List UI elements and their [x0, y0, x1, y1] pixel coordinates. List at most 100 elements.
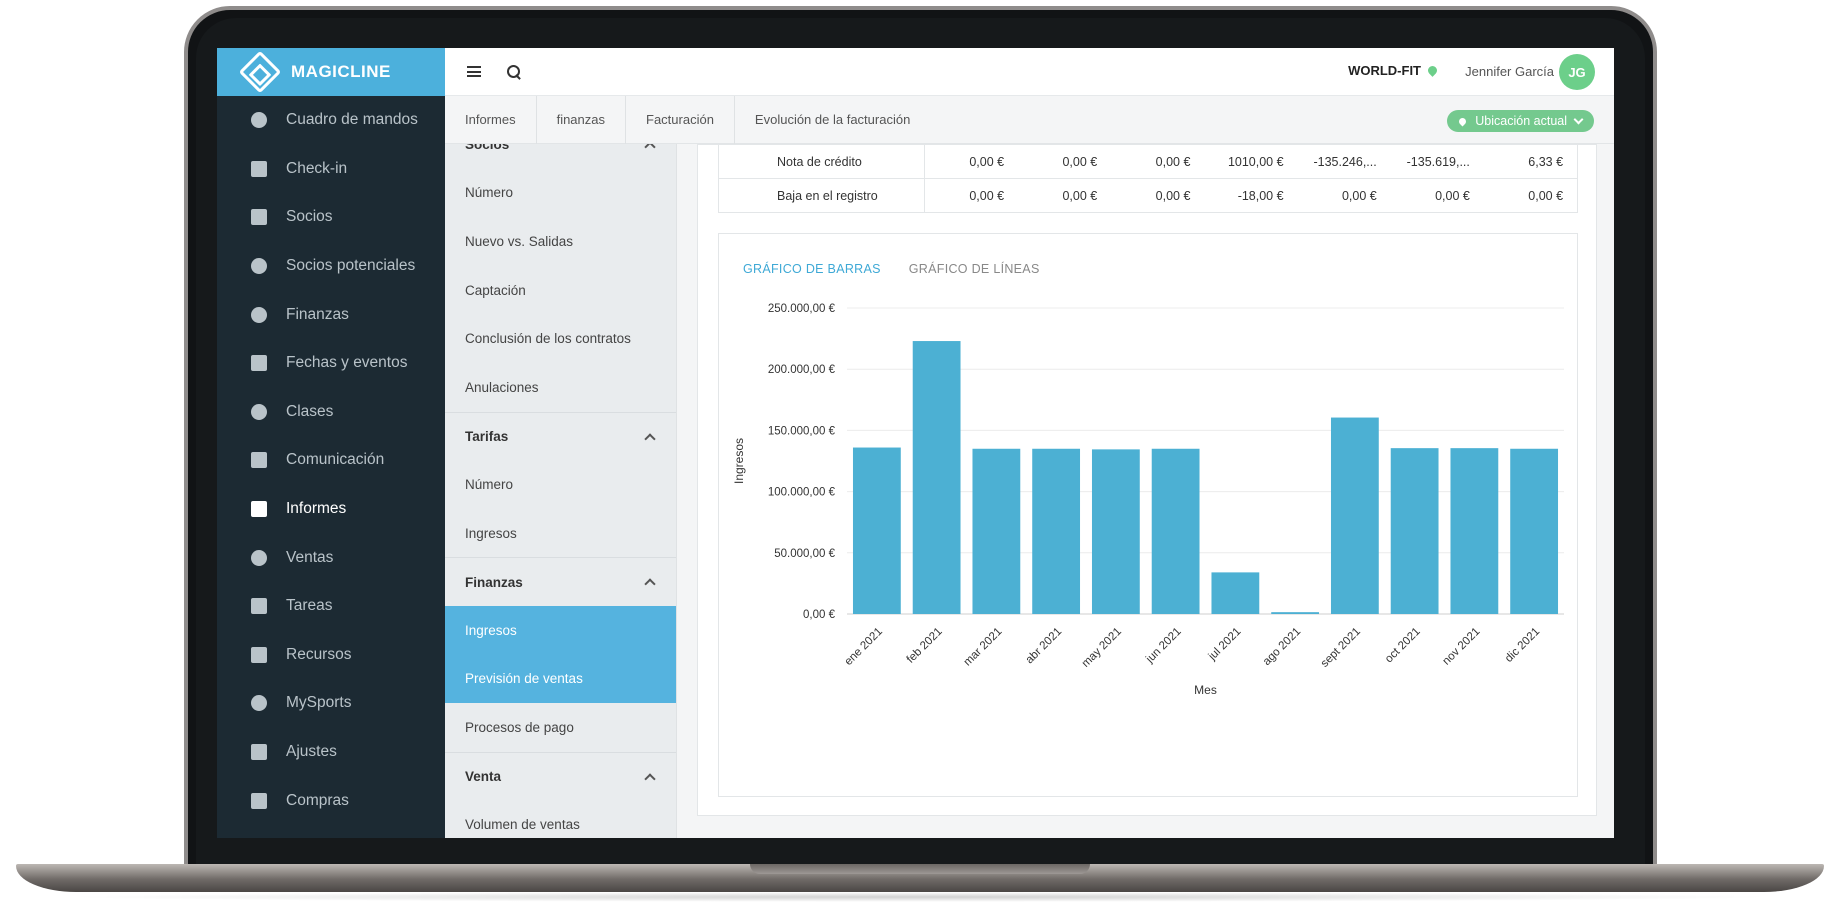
submenu-group-title: Socios — [465, 144, 510, 153]
sidebar-item-tareas[interactable]: Tareas — [217, 582, 445, 631]
table-row: Baja en el registro 0,00 € 0,00 € 0,00 € -18… — [719, 179, 1577, 213]
bar — [852, 447, 901, 614]
sidebar-item-mysports[interactable]: MySports — [217, 679, 445, 728]
submenu-item[interactable]: Número — [445, 169, 676, 218]
bar — [1151, 448, 1200, 614]
logo[interactable]: MAGICLINE — [217, 48, 445, 96]
table-cell: 0,00 € — [969, 154, 1005, 169]
breadcrumb-item-facturacion[interactable]: Facturación — [626, 95, 735, 144]
submenu-item[interactable]: Ingresos — [445, 605, 676, 655]
row-label: Nota de crédito — [719, 144, 925, 179]
submenu-item[interactable]: Nuevo vs. Salidas — [445, 217, 676, 266]
sidebar-item-ajustes[interactable]: Ajustes — [217, 728, 445, 777]
current-location-button[interactable]: Ubicación actual — [1447, 110, 1594, 132]
tab-line-chart[interactable]: GRÁFICO DE LÍNEAS — [909, 262, 1040, 276]
sidebar-item-label: MySports — [286, 694, 352, 712]
table-cell: 0,00 € — [969, 189, 1005, 203]
logo-mark-icon — [238, 50, 282, 94]
sidebar-item-label: Fechas y eventos — [286, 354, 408, 372]
sidebar-item-cuadro-de-mandos[interactable]: Cuadro de mandos — [217, 96, 445, 145]
y-tick-label: 100.000,00 € — [768, 487, 836, 499]
submenu-item[interactable]: Conclusión de los contratos — [445, 314, 676, 363]
chevron-up-icon — [644, 144, 656, 153]
submenu-item[interactable]: Previsión de ventas — [445, 654, 676, 704]
app-screen: MAGICLINE Cuadro de mandos Check-in Socios… — [217, 48, 1614, 838]
breadcrumb-item-finanzas[interactable]: finanzas — [537, 95, 626, 144]
sidebar-item-comunicaci-n[interactable]: Comunicación — [217, 436, 445, 485]
bar — [1091, 449, 1140, 614]
submenu-group-socios[interactable]: Socios — [445, 144, 676, 169]
y-tick-label: 150.000,00 € — [768, 425, 836, 437]
dots-grid-icon — [250, 694, 268, 712]
x-tick-label: mar 2021 — [962, 626, 1005, 669]
top-bar: WORLD-FIT Jennifer García JG — [445, 48, 1614, 96]
submenu-item[interactable]: Anulaciones — [445, 363, 676, 412]
id-card-icon — [250, 208, 268, 226]
sidebar-item-label: Compras — [286, 791, 349, 809]
users-icon — [250, 646, 268, 664]
table-cell: 0,00 € — [1062, 189, 1098, 203]
submenu-group-tarifas[interactable]: Tarifas — [445, 411, 676, 461]
calendar-icon — [250, 354, 268, 372]
bar — [912, 341, 961, 614]
table-cell: 0,00 € — [1155, 154, 1191, 169]
sign-in-icon — [250, 160, 268, 178]
bar — [1271, 612, 1320, 614]
bar — [1390, 448, 1439, 614]
sidebar-item-recursos[interactable]: Recursos — [217, 631, 445, 680]
sidebar-item-socios[interactable]: Socios — [217, 193, 445, 242]
bar — [1330, 417, 1379, 614]
sidebar-item-compras[interactable]: Compras — [217, 776, 445, 825]
search-icon[interactable] — [507, 64, 521, 79]
submenu-group-venta[interactable]: Venta — [445, 751, 676, 801]
submenu-group-finanzas[interactable]: Finanzas — [445, 557, 676, 606]
sliders-icon — [250, 743, 268, 761]
location-selector[interactable]: WORLD-FIT — [1348, 63, 1439, 78]
sidebar-item-ventas[interactable]: Ventas — [217, 533, 445, 582]
sidebar-item-clases[interactable]: Clases — [217, 388, 445, 437]
sidebar-item-fechas-y-eventos[interactable]: Fechas y eventos — [217, 339, 445, 388]
table-cell: -135.619,... — [1406, 154, 1470, 169]
sidebar-item-socios-potenciales[interactable]: Socios potenciales — [217, 242, 445, 291]
chevron-up-icon — [644, 578, 656, 591]
breadcrumb-item-informes[interactable]: Informes — [445, 95, 537, 144]
x-tick-label: dic 2021 — [1503, 626, 1542, 665]
y-axis-label: Ingresos — [732, 438, 746, 484]
menu-icon[interactable] — [467, 64, 481, 80]
bar — [1211, 572, 1260, 614]
sidebar-item-label: Finanzas — [286, 305, 349, 323]
table-cell: 0,00 € — [1062, 154, 1098, 169]
breadcrumb: Informes finanzas Facturación Evolución … — [445, 95, 1614, 144]
sidebar: MAGICLINE Cuadro de mandos Check-in Socios… — [217, 48, 445, 838]
sidebar-item-finanzas[interactable]: Finanzas — [217, 290, 445, 339]
sidebar-item-label: Tareas — [286, 597, 333, 615]
map-pin-icon — [1457, 116, 1468, 126]
avatar[interactable]: JG — [1559, 54, 1595, 90]
report-card: Nota de crédito 0,00 € 0,00 € 0,00 € 1010,00… — [697, 144, 1597, 816]
sidebar-item-informes[interactable]: Informes — [217, 485, 445, 534]
user-name[interactable]: Jennifer García — [1465, 64, 1554, 79]
submenu-item[interactable]: Número — [445, 460, 676, 509]
tab-bar-chart[interactable]: GRÁFICO DE BARRAS — [743, 262, 881, 276]
breadcrumb-item-evolucion: Evolución de la facturación — [754, 111, 911, 127]
submenu-item[interactable]: Ingresos — [445, 509, 676, 558]
target-icon — [250, 257, 268, 275]
sidebar-item-check-in[interactable]: Check-in — [217, 145, 445, 194]
table-row: Nota de crédito 0,00 € 0,00 € 0,00 € 1010,00… — [719, 144, 1577, 179]
submenu-item[interactable]: Volumen de ventas — [445, 800, 676, 838]
map-pin-icon — [1426, 64, 1439, 77]
submenu-item[interactable]: Captación — [445, 266, 676, 315]
chevron-up-icon — [644, 773, 656, 785]
x-tick-label: ago 2021 — [1261, 626, 1303, 668]
x-axis-label: Mes — [1194, 683, 1217, 697]
current-location-label: Ubicación actual — [1475, 114, 1567, 128]
submenu-item[interactable]: Procesos de pago — [445, 703, 676, 752]
x-tick-label: ene 2021 — [843, 626, 885, 668]
table-cell: 6,33 € — [1528, 154, 1564, 169]
gauge-icon — [250, 111, 268, 129]
x-tick-label: nov 2021 — [1441, 626, 1483, 668]
bar — [1510, 448, 1559, 614]
chat-icon — [250, 451, 268, 469]
y-tick-label: 0,00 € — [803, 609, 836, 621]
bar — [972, 448, 1021, 614]
